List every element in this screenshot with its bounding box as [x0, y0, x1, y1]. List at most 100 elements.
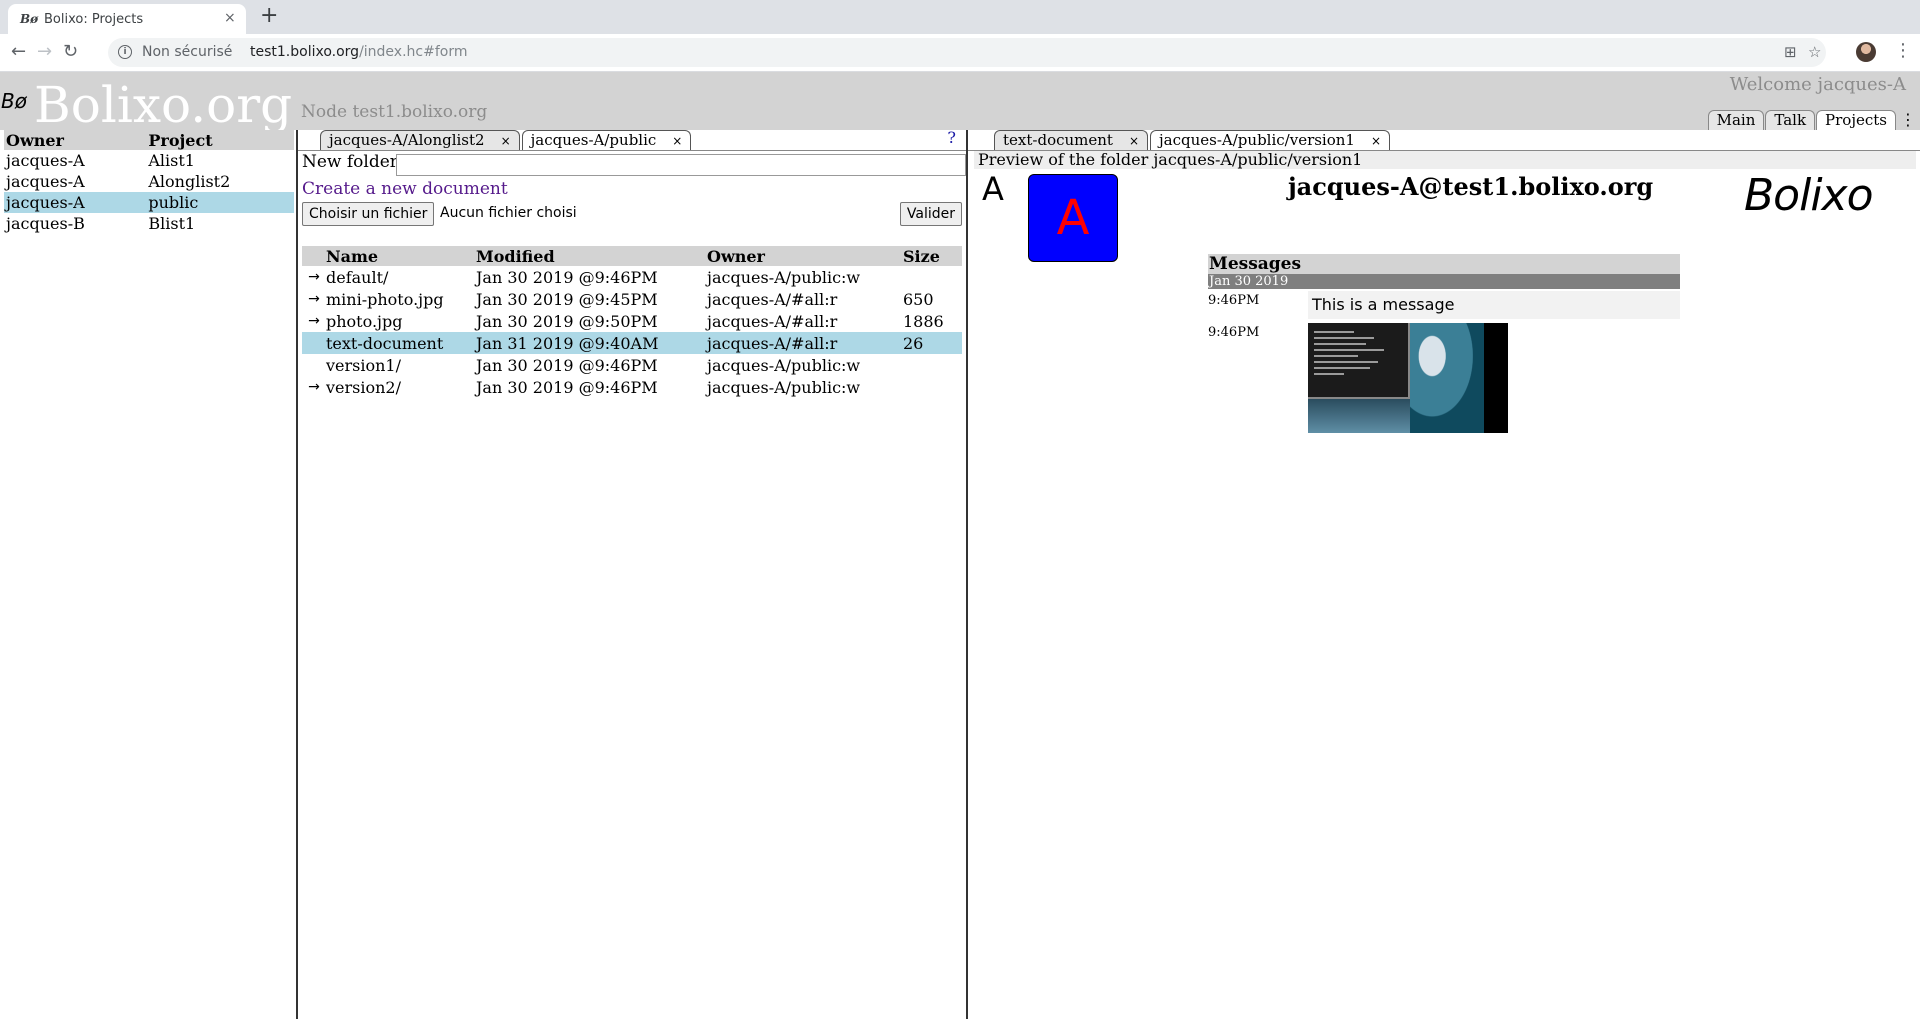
- arrow-icon[interactable]: [302, 332, 326, 354]
- arrow-icon[interactable]: →: [302, 376, 326, 398]
- message-time: 9:46PM: [1208, 293, 1260, 308]
- file-size: 1886: [903, 311, 944, 331]
- preview-tab-version1[interactable]: jacques-A/public/version1 ×: [1150, 130, 1391, 150]
- preview-tab-text-document[interactable]: text-document ×: [994, 130, 1149, 150]
- file-row[interactable]: → default/ Jan 30 2019 @9:46PM jacques-A…: [302, 266, 962, 288]
- user-avatar: A: [1028, 174, 1118, 262]
- app-header: Bø Bolixo.org Node test1.bolixo.org Welc…: [0, 72, 1920, 134]
- message-image[interactable]: [1308, 323, 1508, 433]
- url-host: test1.bolixo.org: [250, 44, 360, 60]
- file-name[interactable]: text-document: [326, 332, 476, 354]
- forward-icon[interactable]: →: [37, 41, 52, 62]
- tab-projects[interactable]: Projects: [1816, 110, 1896, 130]
- file-owner: jacques-A/#all:r: [707, 311, 838, 331]
- project-row[interactable]: jacques-A Alonglist2: [4, 171, 294, 192]
- arrow-icon[interactable]: →: [302, 288, 326, 310]
- file-size: [903, 354, 962, 376]
- url-path: /index.hc#form: [359, 44, 468, 60]
- messages-header: Messages: [1208, 254, 1680, 274]
- info-icon[interactable]: i: [118, 45, 132, 59]
- project-name[interactable]: Alist1: [146, 150, 294, 171]
- no-file-label: Aucun fichier choisi: [440, 205, 577, 221]
- star-icon[interactable]: ☆: [1808, 43, 1821, 61]
- new-folder-input[interactable]: [396, 154, 966, 176]
- project-owner[interactable]: jacques-A: [4, 171, 146, 192]
- back-icon[interactable]: ←: [11, 41, 26, 62]
- bolixo-logo: Bolixo: [1744, 170, 1874, 221]
- arrow-icon[interactable]: →: [302, 310, 326, 332]
- column-header-arrow: [302, 246, 326, 266]
- column-header-owner: Owner: [4, 130, 147, 150]
- file-modified: Jan 31 2019 @9:40AM: [476, 332, 707, 354]
- project-owner[interactable]: jacques-A: [4, 150, 146, 171]
- file-size: 650: [903, 289, 934, 309]
- browser-menu-icon[interactable]: ⋮: [1894, 40, 1912, 61]
- create-document-link[interactable]: Create a new document: [302, 179, 508, 199]
- small-logo: Bø: [1, 89, 27, 113]
- file-name[interactable]: mini-photo.jpg: [326, 288, 476, 310]
- project-row[interactable]: jacques-A Alist1: [4, 150, 294, 171]
- choose-file-button[interactable]: Choisir un fichier: [302, 202, 435, 226]
- user-address: jacques-A@test1.bolixo.org: [1288, 172, 1654, 201]
- close-icon[interactable]: ×: [672, 134, 682, 148]
- help-link[interactable]: ?: [947, 128, 956, 147]
- browser-tab[interactable]: Bø Bolixo: Projects ×: [8, 4, 246, 34]
- project-name[interactable]: Blist1: [146, 213, 294, 234]
- project-name[interactable]: public: [146, 192, 294, 213]
- tab-main[interactable]: Main: [1707, 110, 1765, 130]
- folder-tab-public[interactable]: jacques-A/public ×: [521, 130, 692, 150]
- file-modified: Jan 30 2019 @9:50PM: [476, 311, 658, 331]
- column-header-project: Project: [146, 130, 294, 150]
- column-header-name[interactable]: Name: [326, 246, 476, 266]
- user-initial: A: [982, 170, 1004, 208]
- folder-tab-alonglist2[interactable]: jacques-A/Alonglist2 ×: [320, 130, 520, 150]
- preview-tab-label: text-document: [1003, 131, 1113, 149]
- close-icon[interactable]: ×: [1371, 134, 1381, 148]
- column-header-modified[interactable]: Modified: [476, 246, 707, 266]
- projects-panel: Owner Project jacques-A Alist1 jacques-A…: [0, 130, 298, 1019]
- browser-toolbar: ← → ↻ i Non sécurisé test1.bolixo.org/in…: [0, 34, 1920, 72]
- tab-talk[interactable]: Talk: [1765, 110, 1816, 130]
- close-icon[interactable]: ×: [1129, 134, 1139, 148]
- file-row[interactable]: version1/ Jan 30 2019 @9:46PM jacques-A/…: [302, 354, 962, 376]
- file-row[interactable]: → photo.jpg Jan 30 2019 @9:50PM jacques-…: [302, 310, 962, 332]
- screenshot-photo-area: [1410, 323, 1484, 433]
- folder-tabs: jacques-A/Alonglist2 × jacques-A/public ×: [320, 130, 693, 150]
- submit-button[interactable]: Valider: [899, 202, 962, 226]
- preview-title: Preview of the folder jacques-A/public/v…: [974, 151, 1916, 169]
- file-size: [903, 376, 962, 398]
- arrow-icon[interactable]: [302, 354, 326, 376]
- app-menu-icon[interactable]: ⋮: [1900, 110, 1916, 129]
- project-owner[interactable]: jacques-B: [4, 213, 146, 234]
- column-header-owner[interactable]: Owner: [707, 246, 903, 266]
- profile-avatar[interactable]: [1856, 42, 1876, 62]
- project-owner[interactable]: jacques-A: [4, 192, 147, 213]
- messages-box: Messages Jan 30 2019 9:46PM This is a me…: [1208, 254, 1680, 433]
- message-item: 9:46PM This is a message: [1208, 291, 1680, 319]
- file-table: Name Modified Owner Size → default/ Jan …: [302, 246, 962, 398]
- close-tab-icon[interactable]: ×: [224, 10, 236, 26]
- file-name[interactable]: default/: [326, 266, 476, 288]
- project-row-selected[interactable]: jacques-A public: [4, 192, 294, 213]
- projects-table: Owner Project jacques-A Alist1 jacques-A…: [4, 130, 294, 234]
- project-name[interactable]: Alonglist2: [146, 171, 294, 192]
- file-row[interactable]: → mini-photo.jpg Jan 30 2019 @9:45PM jac…: [302, 288, 962, 310]
- address-bar[interactable]: i Non sécurisé test1.bolixo.org/index.hc…: [108, 38, 1826, 67]
- folder-tab-label: jacques-A/public: [530, 131, 657, 149]
- file-name[interactable]: version1/: [326, 354, 476, 376]
- close-icon[interactable]: ×: [501, 134, 511, 148]
- browser-tabstrip: Bø Bolixo: Projects × +: [0, 0, 1920, 34]
- translate-icon[interactable]: ⊞: [1784, 43, 1797, 61]
- column-header-size[interactable]: Size: [903, 246, 962, 266]
- favicon-icon: Bø: [20, 12, 39, 26]
- file-name[interactable]: version2/: [326, 376, 476, 398]
- reload-icon[interactable]: ↻: [63, 41, 78, 62]
- file-modified: Jan 30 2019 @9:45PM: [476, 289, 658, 309]
- arrow-icon[interactable]: →: [302, 266, 326, 288]
- file-row[interactable]: → version2/ Jan 30 2019 @9:46PM jacques-…: [302, 376, 962, 398]
- file-row-selected[interactable]: text-document Jan 31 2019 @9:40AM jacque…: [302, 332, 962, 354]
- new-tab-button[interactable]: +: [260, 3, 278, 28]
- project-row[interactable]: jacques-B Blist1: [4, 213, 294, 234]
- file-name[interactable]: photo.jpg: [326, 310, 476, 332]
- file-modified: Jan 30 2019 @9:46PM: [476, 377, 658, 397]
